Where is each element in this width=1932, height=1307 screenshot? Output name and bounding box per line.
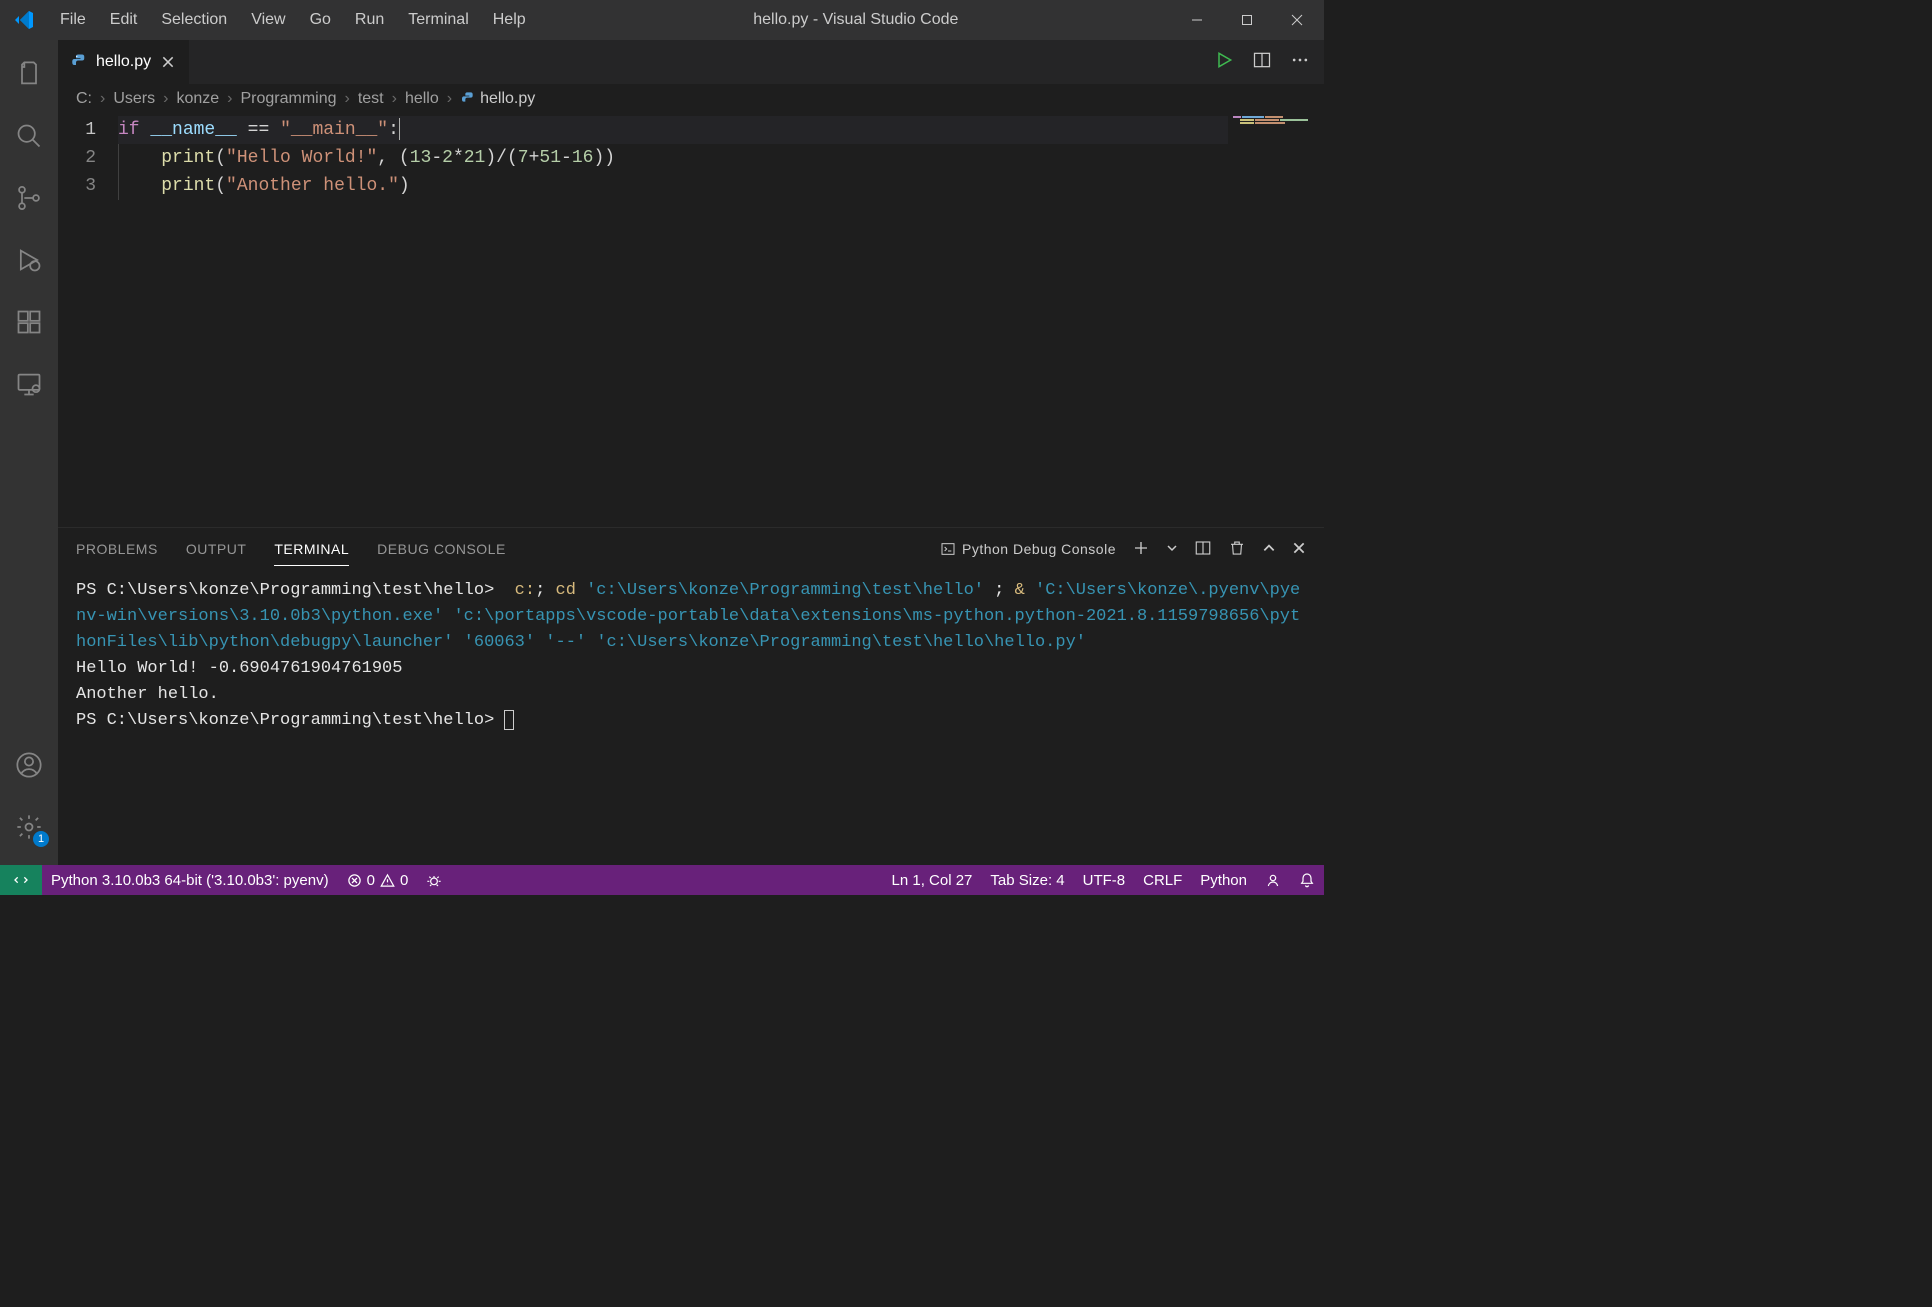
maximize-button[interactable] — [1224, 3, 1270, 37]
status-language[interactable]: Python — [1191, 865, 1256, 895]
breadcrumb-item[interactable]: Programming — [240, 90, 336, 108]
warning-icon — [380, 873, 395, 888]
line-gutter: 1 2 3 — [58, 114, 118, 527]
remote-indicator[interactable] — [0, 865, 42, 895]
menu-selection[interactable]: Selection — [149, 5, 239, 35]
more-actions-icon[interactable] — [1290, 50, 1310, 75]
minimap[interactable] — [1228, 114, 1324, 527]
code-line[interactable]: if __name__ == "__main__": — [118, 116, 1228, 144]
chevron-right-icon: › — [341, 90, 354, 108]
source-control-icon[interactable] — [5, 174, 53, 222]
breadcrumb-item[interactable]: test — [358, 90, 384, 108]
status-tab-size[interactable]: Tab Size: 4 — [981, 865, 1073, 895]
chevron-right-icon: › — [159, 90, 172, 108]
breadcrumb-item[interactable]: hello — [405, 90, 439, 108]
python-file-icon — [460, 91, 476, 107]
search-icon[interactable] — [5, 112, 53, 160]
menu-help[interactable]: Help — [481, 5, 538, 35]
close-button[interactable] — [1274, 3, 1320, 37]
chevron-right-icon: › — [223, 90, 236, 108]
cursor — [399, 118, 400, 140]
trash-icon[interactable] — [1228, 539, 1246, 560]
breadcrumb[interactable]: C:› Users› konze› Programming› test› hel… — [58, 84, 1324, 114]
line-number: 1 — [58, 116, 96, 144]
close-tab-icon[interactable] — [159, 53, 177, 71]
chevron-right-icon: › — [388, 90, 401, 108]
chevron-right-icon: › — [443, 90, 456, 108]
terminal-selector[interactable]: Python Debug Console — [940, 541, 1116, 557]
terminal-cursor — [504, 710, 514, 730]
title-bar: File Edit Selection View Go Run Terminal… — [0, 0, 1324, 40]
settings-icon[interactable]: 1 — [5, 803, 53, 851]
debug-icon — [426, 872, 442, 888]
bottom-panel: PROBLEMS OUTPUT TERMINAL DEBUG CONSOLE P… — [58, 527, 1324, 865]
explorer-icon[interactable] — [5, 50, 53, 98]
status-bar: Python 3.10.0b3 64-bit ('3.10.0b3': pyen… — [0, 865, 1324, 895]
terminal-output[interactable]: PS C:\Users\konze\Programming\test\hello… — [58, 570, 1324, 865]
editor-tab-hello[interactable]: hello.py — [58, 40, 190, 84]
status-problems[interactable]: 0 0 — [338, 865, 418, 895]
settings-badge: 1 — [33, 831, 49, 847]
window-title: hello.py - Visual Studio Code — [538, 11, 1174, 29]
remote-explorer-icon[interactable] — [5, 360, 53, 408]
accounts-icon[interactable] — [5, 741, 53, 789]
code-line[interactable]: print("Hello World!", (13-2*21)/(7+51-16… — [118, 144, 1228, 172]
panel-tab-debug-console[interactable]: DEBUG CONSOLE — [377, 533, 506, 565]
menu-view[interactable]: View — [239, 5, 297, 35]
panel-tab-output[interactable]: OUTPUT — [186, 533, 247, 565]
status-eol[interactable]: CRLF — [1134, 865, 1191, 895]
terminal-dropdown-icon[interactable] — [1166, 541, 1178, 557]
line-number: 2 — [58, 144, 96, 172]
python-file-icon — [70, 53, 88, 71]
run-debug-icon[interactable] — [5, 236, 53, 284]
code-line[interactable]: print("Another hello.") — [118, 172, 1228, 200]
menu-run[interactable]: Run — [343, 5, 396, 35]
menu-go[interactable]: Go — [298, 5, 343, 35]
run-file-icon[interactable] — [1214, 50, 1234, 75]
error-icon — [347, 873, 362, 888]
code-editor[interactable]: 1 2 3 if __name__ == "__main__": print("… — [58, 114, 1324, 527]
menu-file[interactable]: File — [48, 5, 98, 35]
breadcrumb-item[interactable]: Users — [113, 90, 155, 108]
status-feedback-icon[interactable] — [1256, 865, 1290, 895]
activity-bar: 1 — [0, 40, 58, 865]
chevron-right-icon: › — [96, 90, 109, 108]
menu-terminal[interactable]: Terminal — [396, 5, 480, 35]
status-notifications-icon[interactable] — [1290, 865, 1324, 895]
minimize-button[interactable] — [1174, 3, 1220, 37]
status-encoding[interactable]: UTF-8 — [1074, 865, 1135, 895]
menu-edit[interactable]: Edit — [98, 5, 150, 35]
editor-tab-bar: hello.py — [58, 40, 1324, 84]
status-live-server[interactable] — [417, 865, 451, 895]
vscode-logo-icon — [12, 8, 36, 32]
status-cursor-position[interactable]: Ln 1, Col 27 — [883, 865, 982, 895]
breadcrumb-item[interactable]: C: — [76, 90, 92, 108]
extensions-icon[interactable] — [5, 298, 53, 346]
chevron-up-icon[interactable] — [1262, 541, 1276, 558]
breadcrumb-item[interactable]: hello.py — [480, 90, 535, 108]
line-number: 3 — [58, 172, 96, 200]
panel-tab-problems[interactable]: PROBLEMS — [76, 533, 158, 565]
split-editor-icon[interactable] — [1252, 50, 1272, 75]
split-terminal-icon[interactable] — [1194, 539, 1212, 560]
terminal-icon — [940, 541, 956, 557]
status-python-interpreter[interactable]: Python 3.10.0b3 64-bit ('3.10.0b3': pyen… — [42, 865, 338, 895]
panel-tab-terminal[interactable]: TERMINAL — [274, 533, 349, 566]
add-terminal-icon[interactable] — [1132, 539, 1150, 560]
breadcrumb-item[interactable]: konze — [176, 90, 219, 108]
editor-tab-label: hello.py — [96, 53, 151, 71]
close-panel-icon[interactable] — [1292, 541, 1306, 558]
